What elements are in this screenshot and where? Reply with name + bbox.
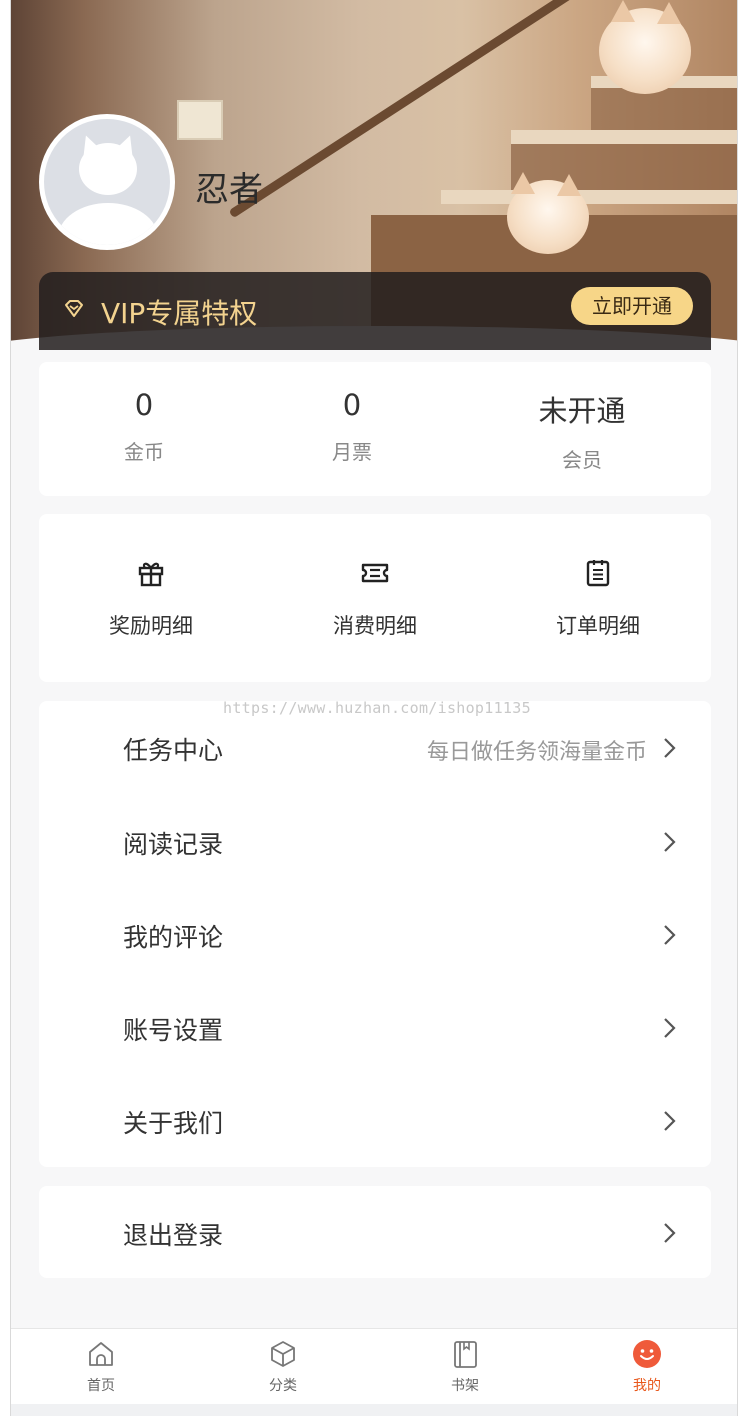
menu-item-account-settings[interactable]: 账号设置 — [39, 981, 711, 1074]
stat-value: 0 — [134, 388, 154, 422]
chevron-right-icon — [664, 1223, 676, 1243]
banner-step — [511, 130, 737, 144]
app-screen: 忍者 VIP专属特权 立即开通 0 金币 0 月票 未开通 会员 奖励明细 消费… — [10, 0, 738, 1416]
book-icon — [454, 1341, 477, 1368]
menu-item-label: 我的评论 — [123, 923, 224, 952]
tab-category[interactable]: 分类 — [243, 1339, 323, 1395]
ticket-icon — [361, 563, 389, 583]
stat-label: 会员 — [562, 448, 602, 472]
menu-item-about-us[interactable]: 关于我们 — [39, 1074, 711, 1167]
banner-switch — [177, 100, 223, 140]
stat-monthly-tickets[interactable]: 0 月票 — [277, 388, 427, 465]
tab-label: 我的 — [633, 1378, 661, 1394]
chevron-right-icon — [664, 738, 676, 758]
stat-membership[interactable]: 未开通 会员 — [507, 388, 657, 473]
gift-icon — [138, 562, 164, 587]
tab-label: 书架 — [451, 1378, 479, 1394]
banner-cat-ear — [611, 0, 635, 22]
smile-icon — [633, 1340, 661, 1368]
avatar[interactable] — [39, 114, 175, 250]
menu-list: 任务中心 每日做任务领海量金币 阅读记录 我的评论 账号设置 关于我们 — [39, 701, 711, 1167]
vip-activate-button[interactable]: 立即开通 — [571, 287, 693, 325]
chevron-right-icon — [664, 925, 676, 945]
vip-bar[interactable]: VIP专属特权 立即开通 — [39, 272, 711, 350]
tab-label: 首页 — [87, 1378, 115, 1394]
menu-item-label: 阅读记录 — [123, 830, 224, 859]
banner-cat-ear — [557, 174, 581, 196]
vip-title: VIP专属特权 — [101, 297, 258, 330]
reward-details-button[interactable]: 奖励明细 — [76, 558, 226, 640]
menu-item-reading-history[interactable]: 阅读记录 — [39, 795, 711, 888]
order-details-button[interactable]: 订单明细 — [523, 558, 673, 640]
tab-bookshelf[interactable]: 书架 — [425, 1339, 505, 1395]
chevron-right-icon — [664, 1111, 676, 1131]
clipboard-icon — [586, 560, 610, 587]
banner-stairs — [591, 88, 737, 130]
stat-value: 未开通 — [538, 394, 626, 428]
stat-label: 金币 — [124, 440, 164, 464]
stat-value: 0 — [342, 388, 362, 422]
banner-cat-ear — [657, 2, 681, 24]
chevron-right-icon — [664, 832, 676, 852]
tab-label: 分类 — [269, 1378, 297, 1394]
watermark-text: https://www.huzhan.com/ishop11135 — [223, 699, 531, 717]
avatar-placeholder-icon — [44, 119, 170, 245]
menu-item-label: 账号设置 — [123, 1016, 224, 1045]
tab-mine[interactable]: 我的 — [607, 1339, 687, 1395]
logout-label: 退出登录 — [123, 1221, 224, 1250]
banner-cat-ear — [511, 172, 535, 194]
menu-item-label: 关于我们 — [123, 1109, 224, 1138]
tab-home[interactable]: 首页 — [61, 1339, 141, 1395]
stats-card: 0 金币 0 月票 未开通 会员 — [39, 362, 711, 496]
logout-button[interactable]: 退出登录 — [39, 1186, 711, 1279]
home-icon — [89, 1342, 113, 1366]
banner-step — [441, 190, 737, 204]
details-card: 奖励明细 消费明细 订单明细 — [39, 514, 711, 682]
stat-coins[interactable]: 0 金币 — [69, 388, 219, 465]
diamond-icon — [65, 300, 83, 317]
chevron-right-icon — [664, 1018, 676, 1038]
cube-icon — [271, 1341, 295, 1367]
profile-banner: 忍者 VIP专属特权 立即开通 — [11, 0, 737, 350]
username: 忍者 — [195, 170, 263, 210]
reward-details-label: 奖励明细 — [109, 614, 193, 638]
stat-label: 月票 — [332, 440, 372, 464]
spending-details-button[interactable]: 消费明细 — [300, 558, 450, 640]
bottom-tab-bar: 首页 分类 书架 我的 — [11, 1328, 737, 1404]
menu-item-hint: 每日做任务领海量金币 — [426, 740, 647, 765]
order-details-label: 订单明细 — [556, 614, 640, 638]
logout-card: 退出登录 — [39, 1186, 711, 1278]
menu-item-label: 任务中心 — [123, 736, 224, 765]
spending-details-label: 消费明细 — [333, 614, 417, 638]
menu-item-my-comments[interactable]: 我的评论 — [39, 888, 711, 981]
home-indicator-area — [11, 1404, 737, 1416]
